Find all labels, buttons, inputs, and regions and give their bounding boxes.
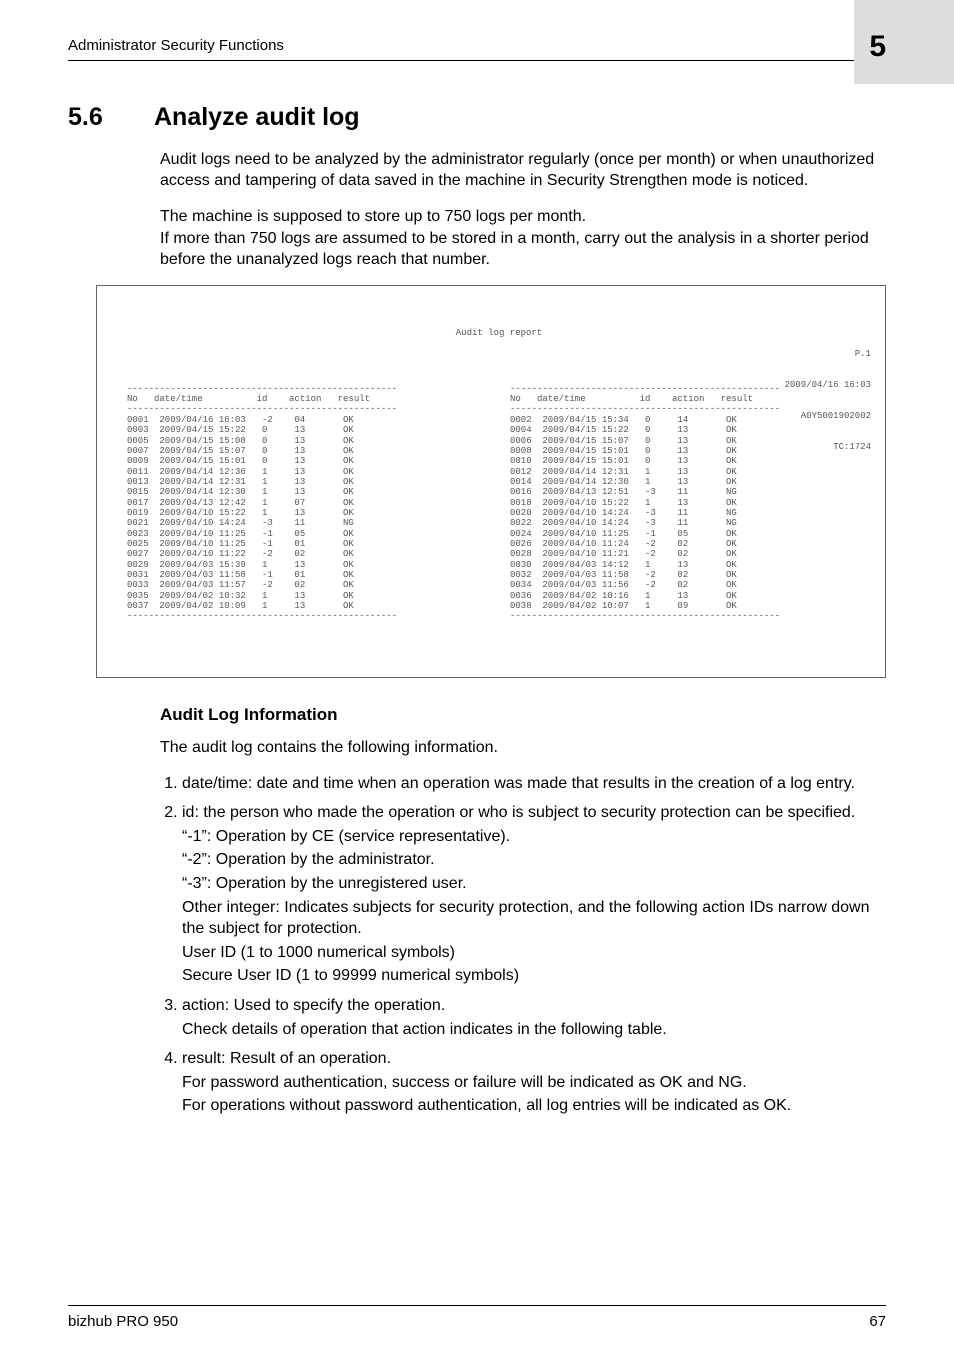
report-serial: A0Y5001902002	[785, 411, 871, 421]
list-item: result: Result of an operation. For pass…	[182, 1048, 886, 1117]
page-number: 67	[869, 1312, 886, 1332]
info-list: date/time: date and time when an operati…	[160, 773, 886, 1117]
report-page: P.1	[785, 349, 871, 359]
section-heading: 5.6 Analyze audit log	[68, 101, 886, 135]
product-name: bizhub PRO 950	[68, 1312, 178, 1332]
page-footer: bizhub PRO 950 67	[68, 1305, 886, 1332]
list-item: id: the person who made the operation or…	[182, 802, 886, 987]
section-number: 5.6	[68, 101, 120, 135]
sub-intro: The audit log contains the following inf…	[160, 737, 886, 759]
subheading: Audit Log Information	[160, 704, 886, 727]
report-left-pre: ----------------------------------------…	[127, 384, 488, 622]
intro-paragraph-2: The machine is supposed to store up to 7…	[160, 206, 886, 271]
report-meta: P.1 2009/04/16 16:03 A0Y5001902002 TC:17…	[785, 328, 871, 473]
list-item: date/time: date and time when an operati…	[182, 773, 886, 795]
intro-paragraph-1: Audit logs need to be analyzed by the ad…	[160, 149, 886, 192]
section-title-text: Analyze audit log	[154, 101, 360, 135]
report-title: Audit log report	[456, 328, 542, 338]
list-item: action: Used to specify the operation. C…	[182, 995, 886, 1040]
report-datetime: 2009/04/16 16:03	[785, 380, 871, 390]
header-title: Administrator Security Functions	[68, 36, 284, 56]
report-tc: TC:1724	[785, 442, 871, 452]
audit-log-report: Audit log report P.1 2009/04/16 16:03 A0…	[96, 285, 886, 678]
page-header: Administrator Security Functions 5	[68, 0, 886, 61]
chapter-number: 5	[869, 32, 886, 62]
report-left-column: ----------------------------------------…	[127, 373, 488, 642]
